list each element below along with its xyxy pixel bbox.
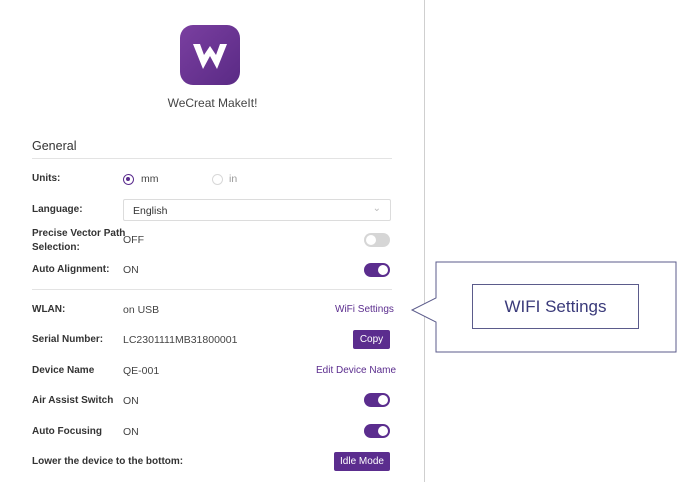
callout-label: WIFI Settings [472, 284, 639, 329]
callout-frame [410, 261, 677, 353]
